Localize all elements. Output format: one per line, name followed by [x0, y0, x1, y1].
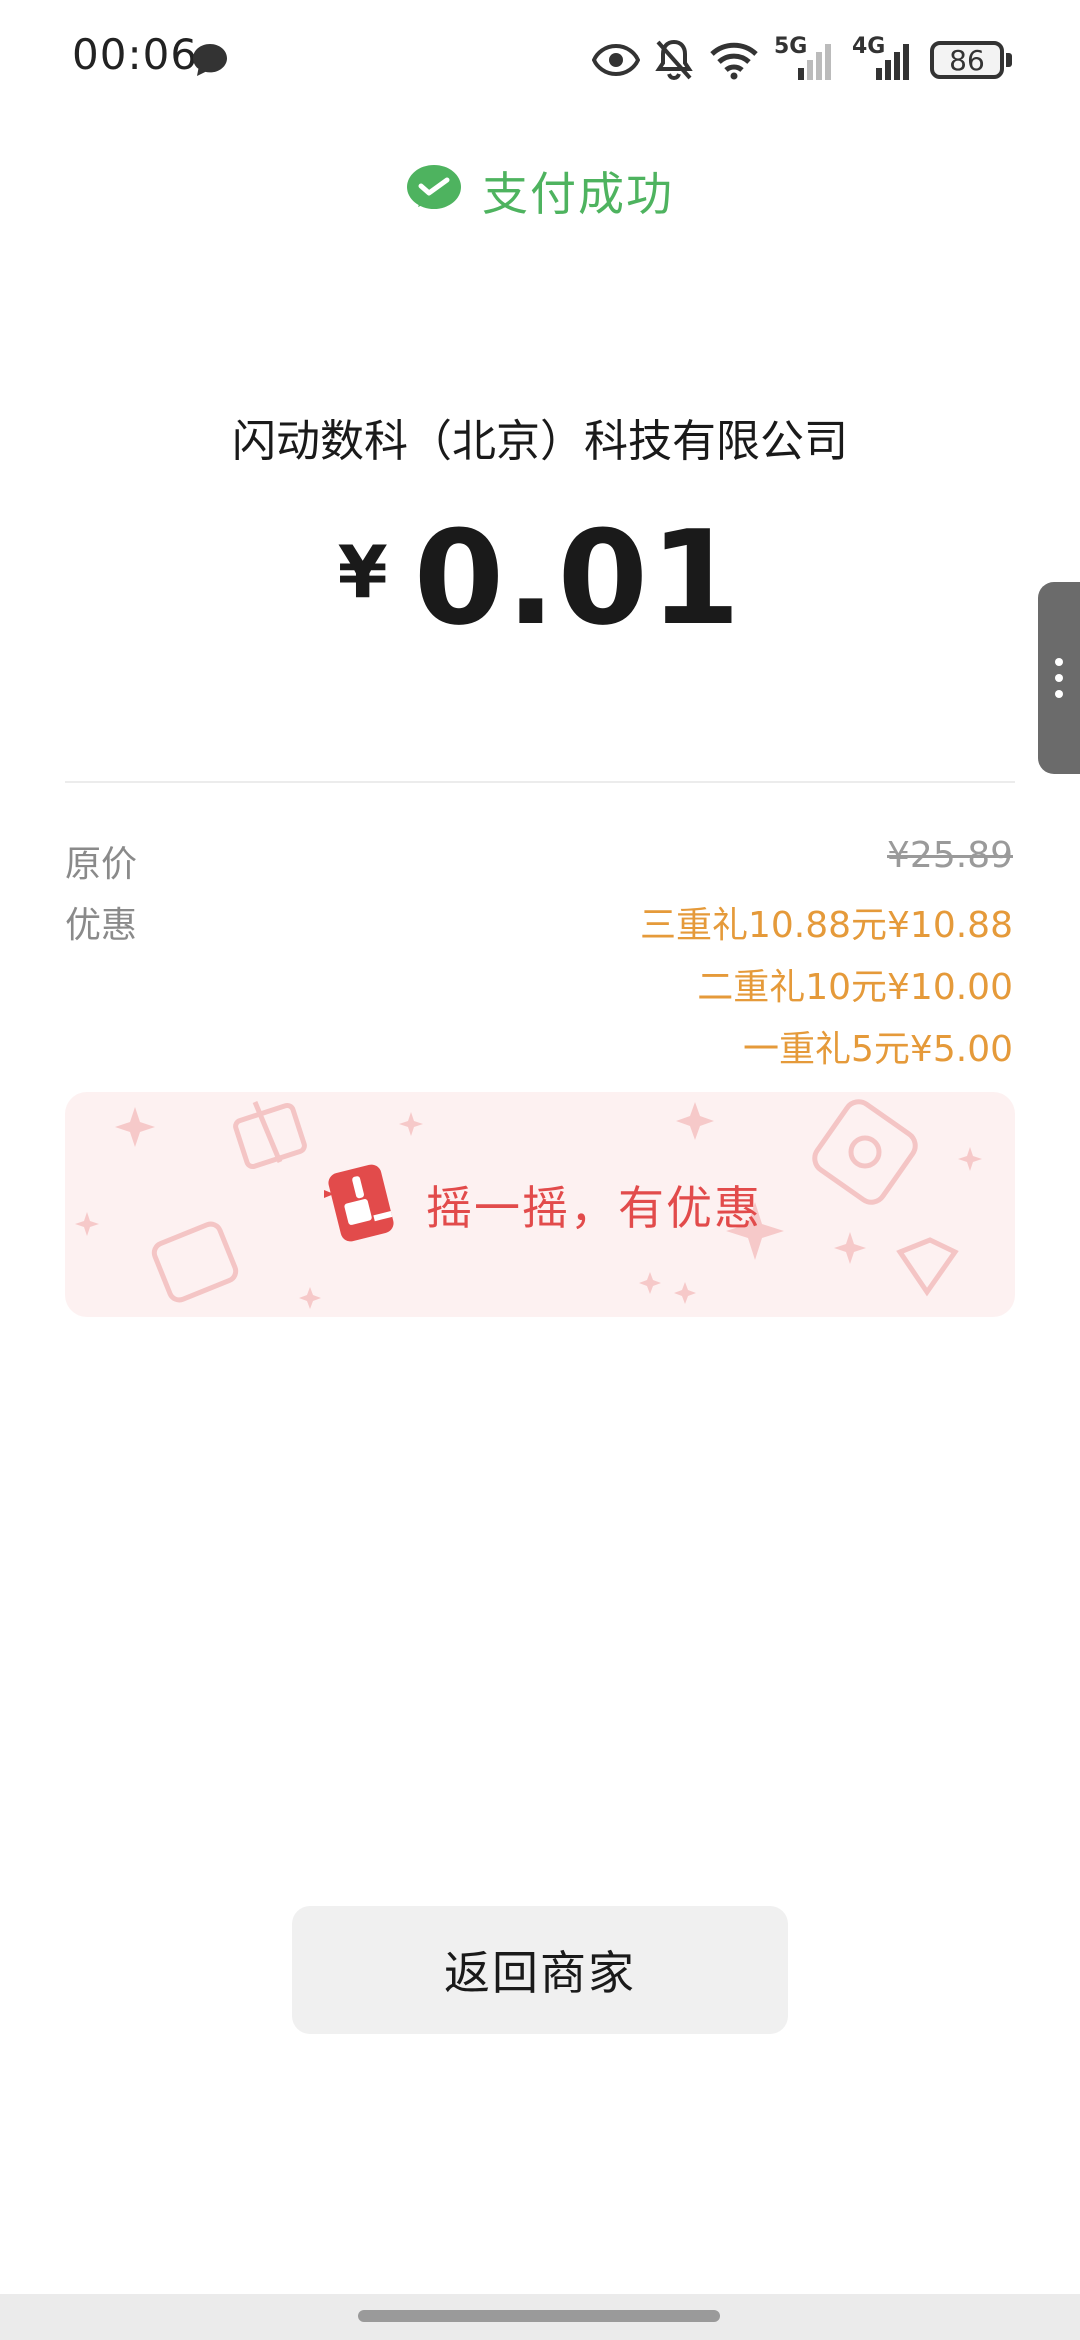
- battery-icon: 86: [930, 41, 1012, 79]
- promo-content: 摇一摇，有优惠: [65, 1092, 1015, 1317]
- status-time: 00:06: [72, 30, 199, 79]
- shake-phone-icon: [318, 1160, 404, 1250]
- handle-dot: [1055, 690, 1063, 698]
- payment-amount: ¥ 0.01: [0, 502, 1080, 654]
- wifi-icon: [708, 40, 760, 80]
- wechat-pay-check-icon: [406, 163, 462, 219]
- side-panel-handle[interactable]: [1038, 582, 1080, 774]
- signal-5g-icon: 5G: [774, 34, 838, 82]
- battery-level: 86: [930, 41, 1004, 79]
- amount-value: 0.01: [413, 502, 743, 654]
- discount-item: 三重礼10.88元¥10.88: [639, 905, 1013, 946]
- status-icons: 5G 4G 86: [592, 34, 1012, 86]
- handle-dot: [1055, 674, 1063, 682]
- merchant-name: 闪动数科（北京）科技有限公司: [232, 416, 848, 467]
- discount-label: 优惠: [65, 905, 138, 946]
- status-bar: 00:06 5G 4G 86: [0, 0, 1080, 120]
- message-bubble-icon: [190, 40, 230, 84]
- discount-item: 一重礼5元¥5.00: [743, 1029, 1013, 1070]
- navigation-bar: [0, 2294, 1080, 2340]
- promo-text: 摇一摇，有优惠: [426, 1180, 762, 1235]
- original-price-value: ¥25.89: [887, 835, 1013, 876]
- original-price-label: 原价: [65, 844, 138, 885]
- bell-off-icon: [654, 38, 694, 82]
- eye-icon: [592, 43, 640, 77]
- handle-dot: [1055, 658, 1063, 666]
- currency-symbol: ¥: [337, 530, 388, 614]
- return-to-merchant-button[interactable]: 返回商家: [292, 1906, 788, 2034]
- payment-status-header: 支付成功: [0, 158, 1080, 224]
- payment-success-page: 00:06 5G 4G 86 支付成功 闪动数科（北京）科技有限公司 ¥ 0.0…: [0, 0, 1080, 2340]
- discount-item: 二重礼10元¥10.00: [697, 967, 1013, 1008]
- shake-promo-banner[interactable]: 摇一摇，有优惠: [65, 1092, 1015, 1317]
- divider: [65, 781, 1015, 783]
- signal-4g-icon: 4G: [852, 34, 916, 82]
- payment-status-title: 支付成功: [482, 167, 674, 221]
- home-indicator[interactable]: [358, 2310, 720, 2322]
